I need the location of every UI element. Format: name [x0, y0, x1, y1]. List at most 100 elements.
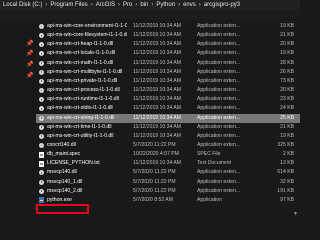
file-type: Text Document — [197, 160, 231, 167]
file-size: 19 KB — [280, 23, 294, 29]
file-row[interactable]: concrt140.dll 5/7/2020 11:22 PM Applicatio… — [36, 141, 300, 150]
file-size: 25 KB — [280, 114, 294, 121]
file-name: msvcp140_1.dll — [47, 178, 83, 185]
pin-icon[interactable]: 📌 — [26, 51, 33, 57]
file-row[interactable]: api-ms-win-crt-process-l1-1-0.dll 11/12/2… — [36, 86, 300, 95]
file-row[interactable]: api-ms-win-crt-time-l1-1-0.dll 11/12/2019… — [36, 123, 300, 132]
file-type: Application exten... — [197, 132, 241, 139]
dll-file-icon — [39, 170, 44, 176]
dll-file-icon — [39, 188, 44, 194]
file-row[interactable]: api-ms-win-crt-locale-l1-1-0.dll 11/12/20… — [36, 49, 300, 58]
file-size: 614 KB — [277, 169, 294, 176]
dll-file-icon — [39, 69, 44, 75]
file-name: api-ms-win-crt-heap-l1-1-0.dll — [47, 41, 114, 48]
breadcrumb-bin[interactable]: bin — [137, 0, 148, 10]
dll-file-icon — [39, 124, 44, 130]
breadcrumb-local-disk[interactable]: Local Disk (C:) — [0, 0, 42, 10]
file-name: db_maint.spec — [47, 151, 81, 158]
dll-file-icon — [39, 60, 44, 66]
file-row[interactable]: msvcp140_2.dll 5/7/2020 11:22 PM Applicati… — [36, 187, 300, 196]
file-row[interactable]: api-ms-win-crt-stdio-l1-1-0.dll 11/12/201… — [36, 104, 300, 113]
file-row[interactable]: db_maint.spec 10/22/2020 4:07 PM SPEC File… — [36, 150, 300, 159]
file-row[interactable]: msvcp140_1.dll 5/7/2020 11:22 PM Applicati… — [36, 178, 300, 187]
file-name: api-ms-win-crt-private-l1-1-0.dll — [47, 77, 118, 84]
dll-file-icon — [39, 42, 44, 48]
file-name: api-ms-win-core-filesystem-l1-1-0.dll — [47, 32, 127, 39]
dll-file-icon — [39, 24, 44, 29]
file-size: 21 KB — [280, 123, 294, 130]
file-type: Application — [197, 196, 222, 203]
file-type: Application exten... — [197, 59, 241, 66]
file-date: 11/12/2019 10:34 AM — [133, 160, 182, 167]
file-size: 19 KB — [280, 132, 294, 139]
file-size: 13 KB — [280, 160, 294, 167]
dll-file-icon — [39, 133, 44, 139]
file-name: msvcp140.dll — [47, 169, 77, 176]
file-name: api-ms-win-crt-multibyte-l1-1-0.dll — [47, 68, 123, 75]
file-date: 11/12/2019 10:34 AM — [133, 114, 182, 121]
file-date: 5/7/2020 11:22 PM — [133, 169, 176, 176]
file-row[interactable]: api-ms-win-crt-string-l1-1-0.dll 11/12/20… — [36, 113, 300, 123]
file-name: api-ms-win-crt-string-l1-1-0.dll — [47, 114, 115, 121]
file-date: 11/12/2019 10:34 AM — [133, 96, 182, 103]
address-bar[interactable]: Local Disk (C:) › Program Files › ArcGIS › Pro… — [0, 0, 300, 10]
file-date: 11/12/2019 10:34 AM — [133, 32, 182, 39]
file-date: 11/12/2019 10:34 AM — [133, 87, 182, 94]
file-date: 11/12/2019 10:34 AM — [133, 123, 182, 130]
breadcrumb-python[interactable]: Python — [153, 0, 175, 10]
pin-icon[interactable]: 📌 — [26, 73, 33, 79]
document-icon — [39, 160, 44, 167]
file-type: Application exten... — [197, 141, 241, 148]
file-type: Application exten... — [197, 105, 241, 112]
column-header-bar — [0, 10, 300, 19]
dll-file-icon — [39, 33, 44, 39]
file-row[interactable]: api-ms-win-crt-private-l1-1-0.dll 11/12/2… — [36, 77, 300, 86]
file-date: 5/7/2020 8:52 AM — [133, 196, 173, 203]
file-row[interactable]: api-ms-win-crt-multibyte-l1-1-0.dll 11/12… — [36, 68, 300, 77]
pin-icon[interactable]: 📌 — [26, 41, 33, 47]
document-icon — [39, 151, 44, 158]
file-row[interactable]: msvcp140.dll 5/7/2020 11:22 PM Application… — [36, 168, 300, 177]
file-type: Application exten... — [197, 169, 241, 176]
file-type: Application exten... — [197, 87, 241, 94]
file-date: 11/12/2019 10:34 AM — [133, 68, 182, 75]
file-name: api-ms-win-core-environment-l1-1-0.dll — [47, 23, 127, 29]
file-row[interactable]: api-ms-win-core-environment-l1-1-0.dll 11… — [36, 22, 300, 31]
file-row[interactable]: api-ms-win-crt-utility-l1-1-0.dll 11/12/2… — [36, 132, 300, 141]
file-date: 11/12/2019 10:34 AM — [133, 105, 182, 112]
file-list: api-ms-win-core-environment-l1-1-0.dll 11… — [36, 22, 300, 219]
breadcrumb-program-files[interactable]: Program Files — [47, 0, 87, 10]
file-type: SPEC File — [197, 151, 221, 158]
scroll-down-icon[interactable]: ▼ — [293, 212, 298, 217]
file-date: 11/12/2019 10:34 AM — [133, 59, 182, 66]
file-name: LICENSE_PYTHON.txt — [47, 160, 100, 167]
breadcrumb-pro[interactable]: Pro — [120, 0, 132, 10]
file-row[interactable]: api-ms-win-crt-math-l1-1-0.dll 11/12/2019… — [36, 59, 300, 68]
file-name: api-ms-win-crt-math-l1-1-0.dll — [47, 59, 114, 66]
navigation-pane: 📌 📌 📌 📌 — [0, 19, 36, 219]
file-row[interactable]: api-ms-win-core-filesystem-l1-1-0.dll 11/… — [36, 31, 300, 40]
file-size: 20 KB — [280, 87, 294, 94]
dll-file-icon — [39, 106, 44, 112]
file-type: Application exten... — [197, 23, 241, 29]
file-size: 24 KB — [280, 105, 294, 112]
file-explorer-window: Local Disk (C:) › Program Files › ArcGIS › Pro… — [0, 0, 300, 219]
breadcrumb-envs[interactable]: envs — [180, 0, 196, 10]
breadcrumb-arcgis[interactable]: ArcGIS — [93, 0, 115, 10]
dll-file-icon — [39, 179, 44, 185]
file-name: api-ms-win-crt-stdio-l1-1-0.dll — [47, 105, 113, 112]
file-name: msvcp140_2.dll — [47, 187, 83, 194]
file-date: 5/7/2020 11:22 PM — [133, 178, 176, 185]
file-type: Application exten... — [197, 123, 241, 130]
file-name: api-ms-win-crt-utility-l1-1-0.dll — [47, 132, 114, 139]
breadcrumb-arcgispro-py3[interactable]: arcgispro-py3 — [201, 0, 240, 10]
dll-file-icon — [39, 115, 44, 121]
file-row[interactable]: api-ms-win-crt-heap-l1-1-0.dll 11/12/2019… — [36, 40, 300, 49]
file-type: Application exten... — [197, 77, 241, 84]
file-name: api-ms-win-crt-process-l1-1-0.dll — [47, 87, 120, 94]
pin-icon[interactable]: 📌 — [26, 62, 33, 68]
file-date: 11/12/2019 10:34 AM — [133, 50, 182, 57]
file-row[interactable]: api-ms-win-crt-runtime-l1-1-0.dll 11/12/2… — [36, 95, 300, 104]
file-row[interactable]: LICENSE_PYTHON.txt 11/12/2019 10:34 AM Tex… — [36, 159, 300, 168]
file-size: 32 KB — [280, 178, 294, 185]
